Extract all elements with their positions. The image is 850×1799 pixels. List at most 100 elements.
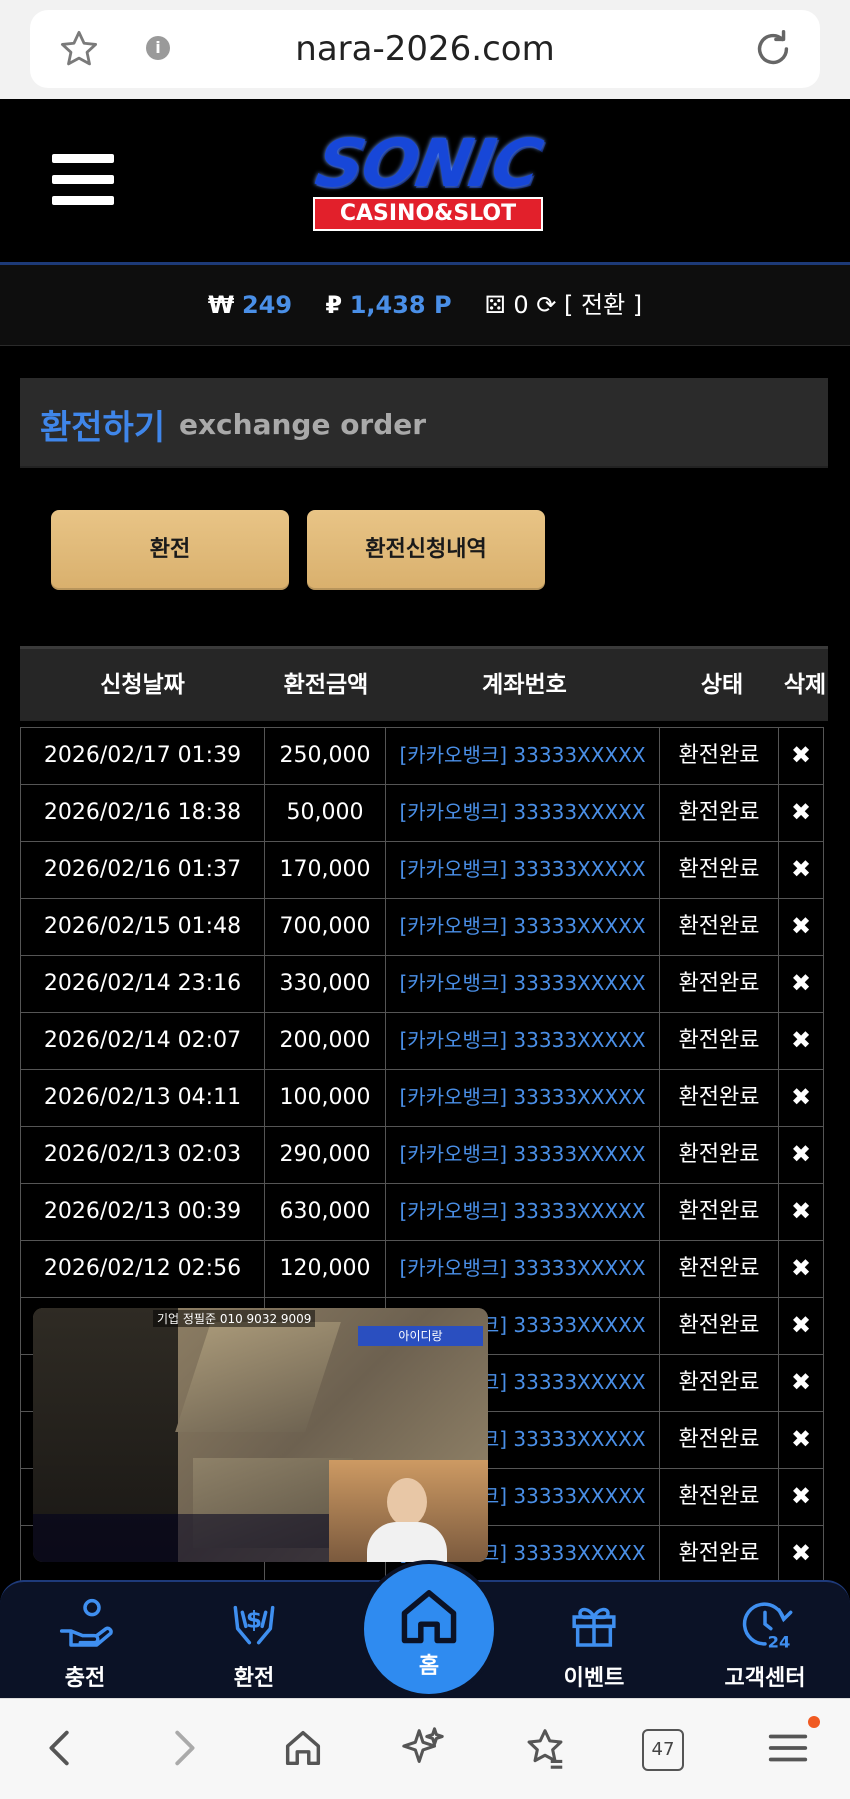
menu-icon[interactable]	[52, 154, 114, 208]
account-cell: [카카오뱅크] 33333XXXXX	[385, 1126, 660, 1184]
delete-button[interactable]: ✖	[778, 1183, 824, 1241]
browser-toolbar: 47	[0, 1698, 850, 1799]
date-cell: 2026/02/12 02:56	[20, 1240, 265, 1298]
site-header: SONIC CASINO&SLOT	[0, 99, 850, 265]
delete-button[interactable]: ✖	[778, 898, 824, 956]
page-title: 환전하기	[40, 408, 166, 448]
status-cell: 환전완료	[659, 1411, 779, 1469]
delete-button[interactable]: ✖	[778, 727, 824, 785]
chip-balance: 0	[513, 291, 529, 319]
nav-event[interactable]: 이벤트	[534, 1596, 654, 1692]
amount-cell: 250,000	[264, 727, 386, 785]
table-row: 2026/02/14 23:16 330,000 [카카오뱅크] 33333XXXX…	[20, 955, 828, 1013]
section-header: 환전하기 exchange order	[20, 378, 828, 468]
account-cell: [카카오뱅크] 33333XXXXX	[385, 955, 660, 1013]
gift-icon	[572, 1607, 616, 1647]
account-cell: [카카오뱅크] 33333XXXXX	[385, 841, 660, 899]
url-text[interactable]: nara-2026.com	[30, 10, 820, 88]
svg-text:24: 24	[768, 1632, 791, 1651]
browser-address-bar: i nara-2026.com	[0, 0, 850, 99]
column-header-status: 상태	[700, 672, 744, 698]
exchange-history-button[interactable]: 환전신청내역	[307, 510, 545, 590]
convert-button[interactable]: [ 전환 ]	[564, 291, 642, 319]
refresh-icon[interactable]: ⟳	[536, 291, 556, 319]
delete-button[interactable]: ✖	[778, 955, 824, 1013]
delete-button[interactable]: ✖	[778, 1354, 824, 1412]
bookmarks-icon[interactable]	[522, 1725, 568, 1771]
amount-cell: 630,000	[264, 1183, 386, 1241]
account-cell: [카카오뱅크] 33333XXXXX	[385, 784, 660, 842]
back-icon[interactable]	[38, 1725, 84, 1771]
won-balance: 249	[241, 291, 293, 319]
point-balance: 1,438 P	[349, 291, 452, 319]
forward-icon[interactable]	[160, 1725, 206, 1771]
date-cell: 2026/02/15 01:48	[20, 898, 265, 956]
table-row: 2026/02/17 01:39 250,000 [카카오뱅크] 33333XXXX…	[20, 727, 828, 785]
date-cell: 2026/02/17 01:39	[20, 727, 265, 785]
dice-icon: ⚄	[484, 291, 506, 319]
nav-home[interactable]: 홈	[360, 1560, 498, 1698]
nav-support[interactable]: 24 고객센터	[705, 1596, 825, 1692]
delete-button[interactable]: ✖	[778, 1012, 824, 1070]
browser-menu-icon[interactable]	[765, 1725, 811, 1771]
tabs-button[interactable]: 47	[642, 1729, 684, 1771]
account-cell: [카카오뱅크] 33333XXXXX	[385, 1069, 660, 1127]
balance-bar: ₩ 249 ₽ 1,438 P ⚄ 0 ⟳ [ 전환 ]	[0, 265, 850, 346]
reload-icon[interactable]	[750, 26, 796, 72]
column-header-amount: 환전금액	[283, 672, 369, 698]
status-cell: 환전완료	[659, 727, 779, 785]
amount-cell: 50,000	[264, 784, 386, 842]
delete-button[interactable]: ✖	[778, 1069, 824, 1127]
delete-button[interactable]: ✖	[778, 1297, 824, 1355]
video-caption: 기업 정필준 010 9032 9009	[153, 1310, 316, 1327]
hand-coin-icon	[59, 1598, 113, 1647]
date-cell: 2026/02/14 02:07	[20, 1012, 265, 1070]
video-chat-overlay	[33, 1514, 333, 1562]
amount-cell: 290,000	[264, 1126, 386, 1184]
24-hours-icon: 24	[742, 1602, 793, 1651]
status-cell: 환전완료	[659, 1069, 779, 1127]
address-field[interactable]: i nara-2026.com	[30, 10, 820, 88]
status-cell: 환전완료	[659, 1525, 779, 1583]
sparkle-icon[interactable]	[400, 1725, 446, 1771]
table-row: 2026/02/12 02:56 120,000 [카카오뱅크] 33333XXXX…	[20, 1240, 828, 1298]
date-cell: 2026/02/14 23:16	[20, 955, 265, 1013]
delete-button[interactable]: ✖	[778, 1126, 824, 1184]
status-cell: 환전완료	[659, 841, 779, 899]
delete-button[interactable]: ✖	[778, 1240, 824, 1298]
date-cell: 2026/02/13 02:03	[20, 1126, 265, 1184]
floating-video-player[interactable]: 기업 정필준 010 9032 9009 아이디랑	[33, 1308, 488, 1562]
status-cell: 환전완료	[659, 898, 779, 956]
webcam-inset	[329, 1460, 488, 1562]
nav-exchange[interactable]: $ 환전	[194, 1596, 314, 1692]
status-cell: 환전완료	[659, 1183, 779, 1241]
status-cell: 환전완료	[659, 1240, 779, 1298]
delete-button[interactable]: ✖	[778, 1468, 824, 1526]
exchange-button[interactable]: 환전	[51, 510, 289, 590]
status-cell: 환전완료	[659, 955, 779, 1013]
table-header: 신청날짜 환전금액 계좌번호 상태 삭제	[20, 646, 828, 721]
status-cell: 환전완료	[659, 1297, 779, 1355]
status-cell: 환전완료	[659, 1126, 779, 1184]
delete-button[interactable]: ✖	[778, 841, 824, 899]
site-logo[interactable]: SONIC CASINO&SLOT	[296, 125, 560, 231]
hands-dollar-icon: $	[233, 1606, 275, 1645]
date-cell: 2026/02/13 00:39	[20, 1183, 265, 1241]
amount-cell: 700,000	[264, 898, 386, 956]
video-tag: 아이디랑	[358, 1326, 483, 1346]
delete-button[interactable]: ✖	[778, 784, 824, 842]
logo-subtitle: CASINO&SLOT	[313, 197, 543, 231]
amount-cell: 200,000	[264, 1012, 386, 1070]
status-cell: 환전완료	[659, 784, 779, 842]
table-row: 2026/02/13 04:11 100,000 [카카오뱅크] 33333XXXX…	[20, 1069, 828, 1127]
nav-exchange-label: 환전	[233, 1666, 275, 1691]
delete-button[interactable]: ✖	[778, 1525, 824, 1583]
date-cell: 2026/02/16 01:37	[20, 841, 265, 899]
table-row: 2026/02/14 02:07 200,000 [카카오뱅크] 33333XXXX…	[20, 1012, 828, 1070]
nav-charge[interactable]: 충전	[25, 1596, 145, 1692]
won-icon: ₩	[207, 291, 235, 319]
account-cell: [카카오뱅크] 33333XXXXX	[385, 898, 660, 956]
delete-button[interactable]: ✖	[778, 1411, 824, 1469]
nav-support-label: 고객센터	[724, 1666, 806, 1691]
home-icon[interactable]	[280, 1725, 326, 1771]
